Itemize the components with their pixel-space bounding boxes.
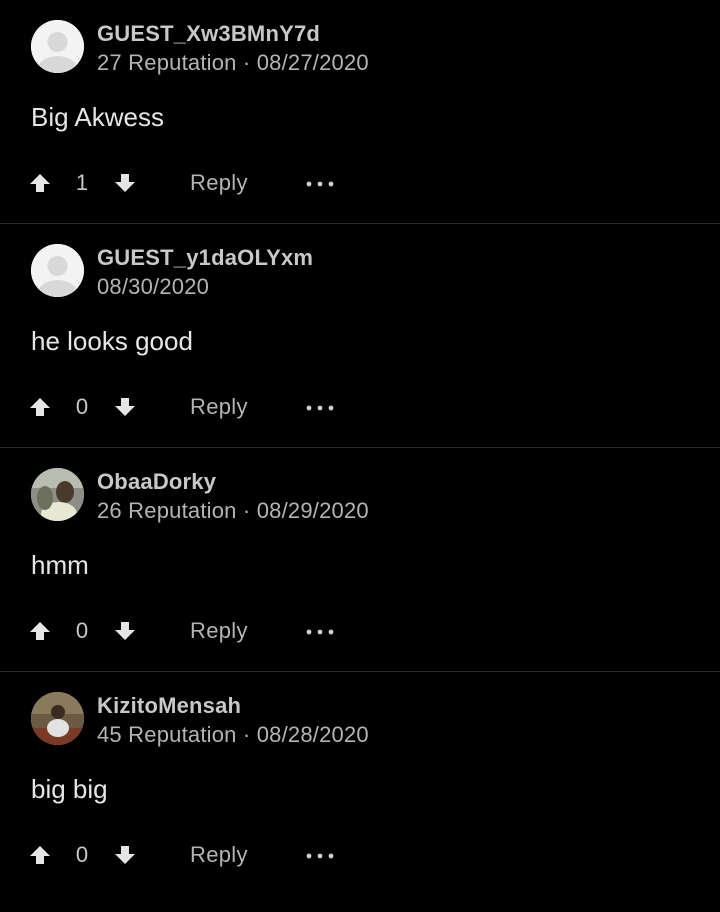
reply-button[interactable]: Reply [190, 170, 248, 196]
more-horizontal-icon[interactable] [306, 405, 334, 411]
comment-meta: 45 Reputation · 08/28/2020 [97, 722, 369, 747]
vote-count: 0 [75, 618, 89, 643]
arrow-up-icon[interactable] [29, 396, 51, 418]
comment-meta: 08/30/2020 [97, 274, 210, 299]
default-avatar-icon [31, 20, 84, 73]
comment-item: GUEST_Xw3BMnY7d 27 Reputation · 08/27/20… [0, 0, 720, 224]
reply-button[interactable]: Reply [190, 618, 248, 644]
comment-list: GUEST_Xw3BMnY7d 27 Reputation · 08/27/20… [0, 0, 720, 896]
username[interactable]: ObaaDorky [97, 469, 216, 495]
arrow-down-icon[interactable] [114, 172, 136, 194]
comment-text: Big Akwess [31, 102, 164, 132]
arrow-down-icon[interactable] [114, 396, 136, 418]
comment-actions: 0 Reply [0, 387, 720, 427]
photo-avatar-icon [31, 692, 84, 745]
more-horizontal-icon[interactable] [306, 629, 334, 635]
avatar[interactable] [31, 244, 84, 297]
comment-actions: 0 Reply [0, 611, 720, 651]
reply-button[interactable]: Reply [190, 842, 248, 868]
arrow-down-icon[interactable] [114, 844, 136, 866]
vote-count: 1 [75, 170, 89, 195]
more-horizontal-icon[interactable] [306, 853, 334, 859]
avatar[interactable] [31, 20, 84, 73]
arrow-up-icon[interactable] [29, 620, 51, 642]
more-horizontal-icon[interactable] [306, 181, 334, 187]
comment-item: ObaaDorky 26 Reputation · 08/29/2020 hmm… [0, 448, 720, 672]
comment-item: KizitoMensah 45 Reputation · 08/28/2020 … [0, 672, 720, 896]
avatar[interactable] [31, 468, 84, 521]
username[interactable]: GUEST_y1daOLYxm [97, 245, 313, 271]
reply-button[interactable]: Reply [190, 394, 248, 420]
vote-count: 0 [75, 394, 89, 419]
comment-meta: 26 Reputation · 08/29/2020 [97, 498, 369, 523]
comment-text: big big [31, 774, 108, 804]
comment-meta: 27 Reputation · 08/27/2020 [97, 50, 369, 75]
avatar[interactable] [31, 692, 84, 745]
comment-text: hmm [31, 550, 89, 580]
vote-count: 0 [75, 842, 89, 867]
default-avatar-icon [31, 244, 84, 297]
comment-actions: 1 Reply [0, 163, 720, 203]
photo-avatar-icon [31, 468, 84, 521]
arrow-up-icon[interactable] [29, 844, 51, 866]
username[interactable]: KizitoMensah [97, 693, 241, 719]
arrow-up-icon[interactable] [29, 172, 51, 194]
comment-actions: 0 Reply [0, 835, 720, 875]
arrow-down-icon[interactable] [114, 620, 136, 642]
username[interactable]: GUEST_Xw3BMnY7d [97, 21, 320, 47]
comment-text: he looks good [31, 326, 193, 356]
comment-item: GUEST_y1daOLYxm 08/30/2020 he looks good… [0, 224, 720, 448]
